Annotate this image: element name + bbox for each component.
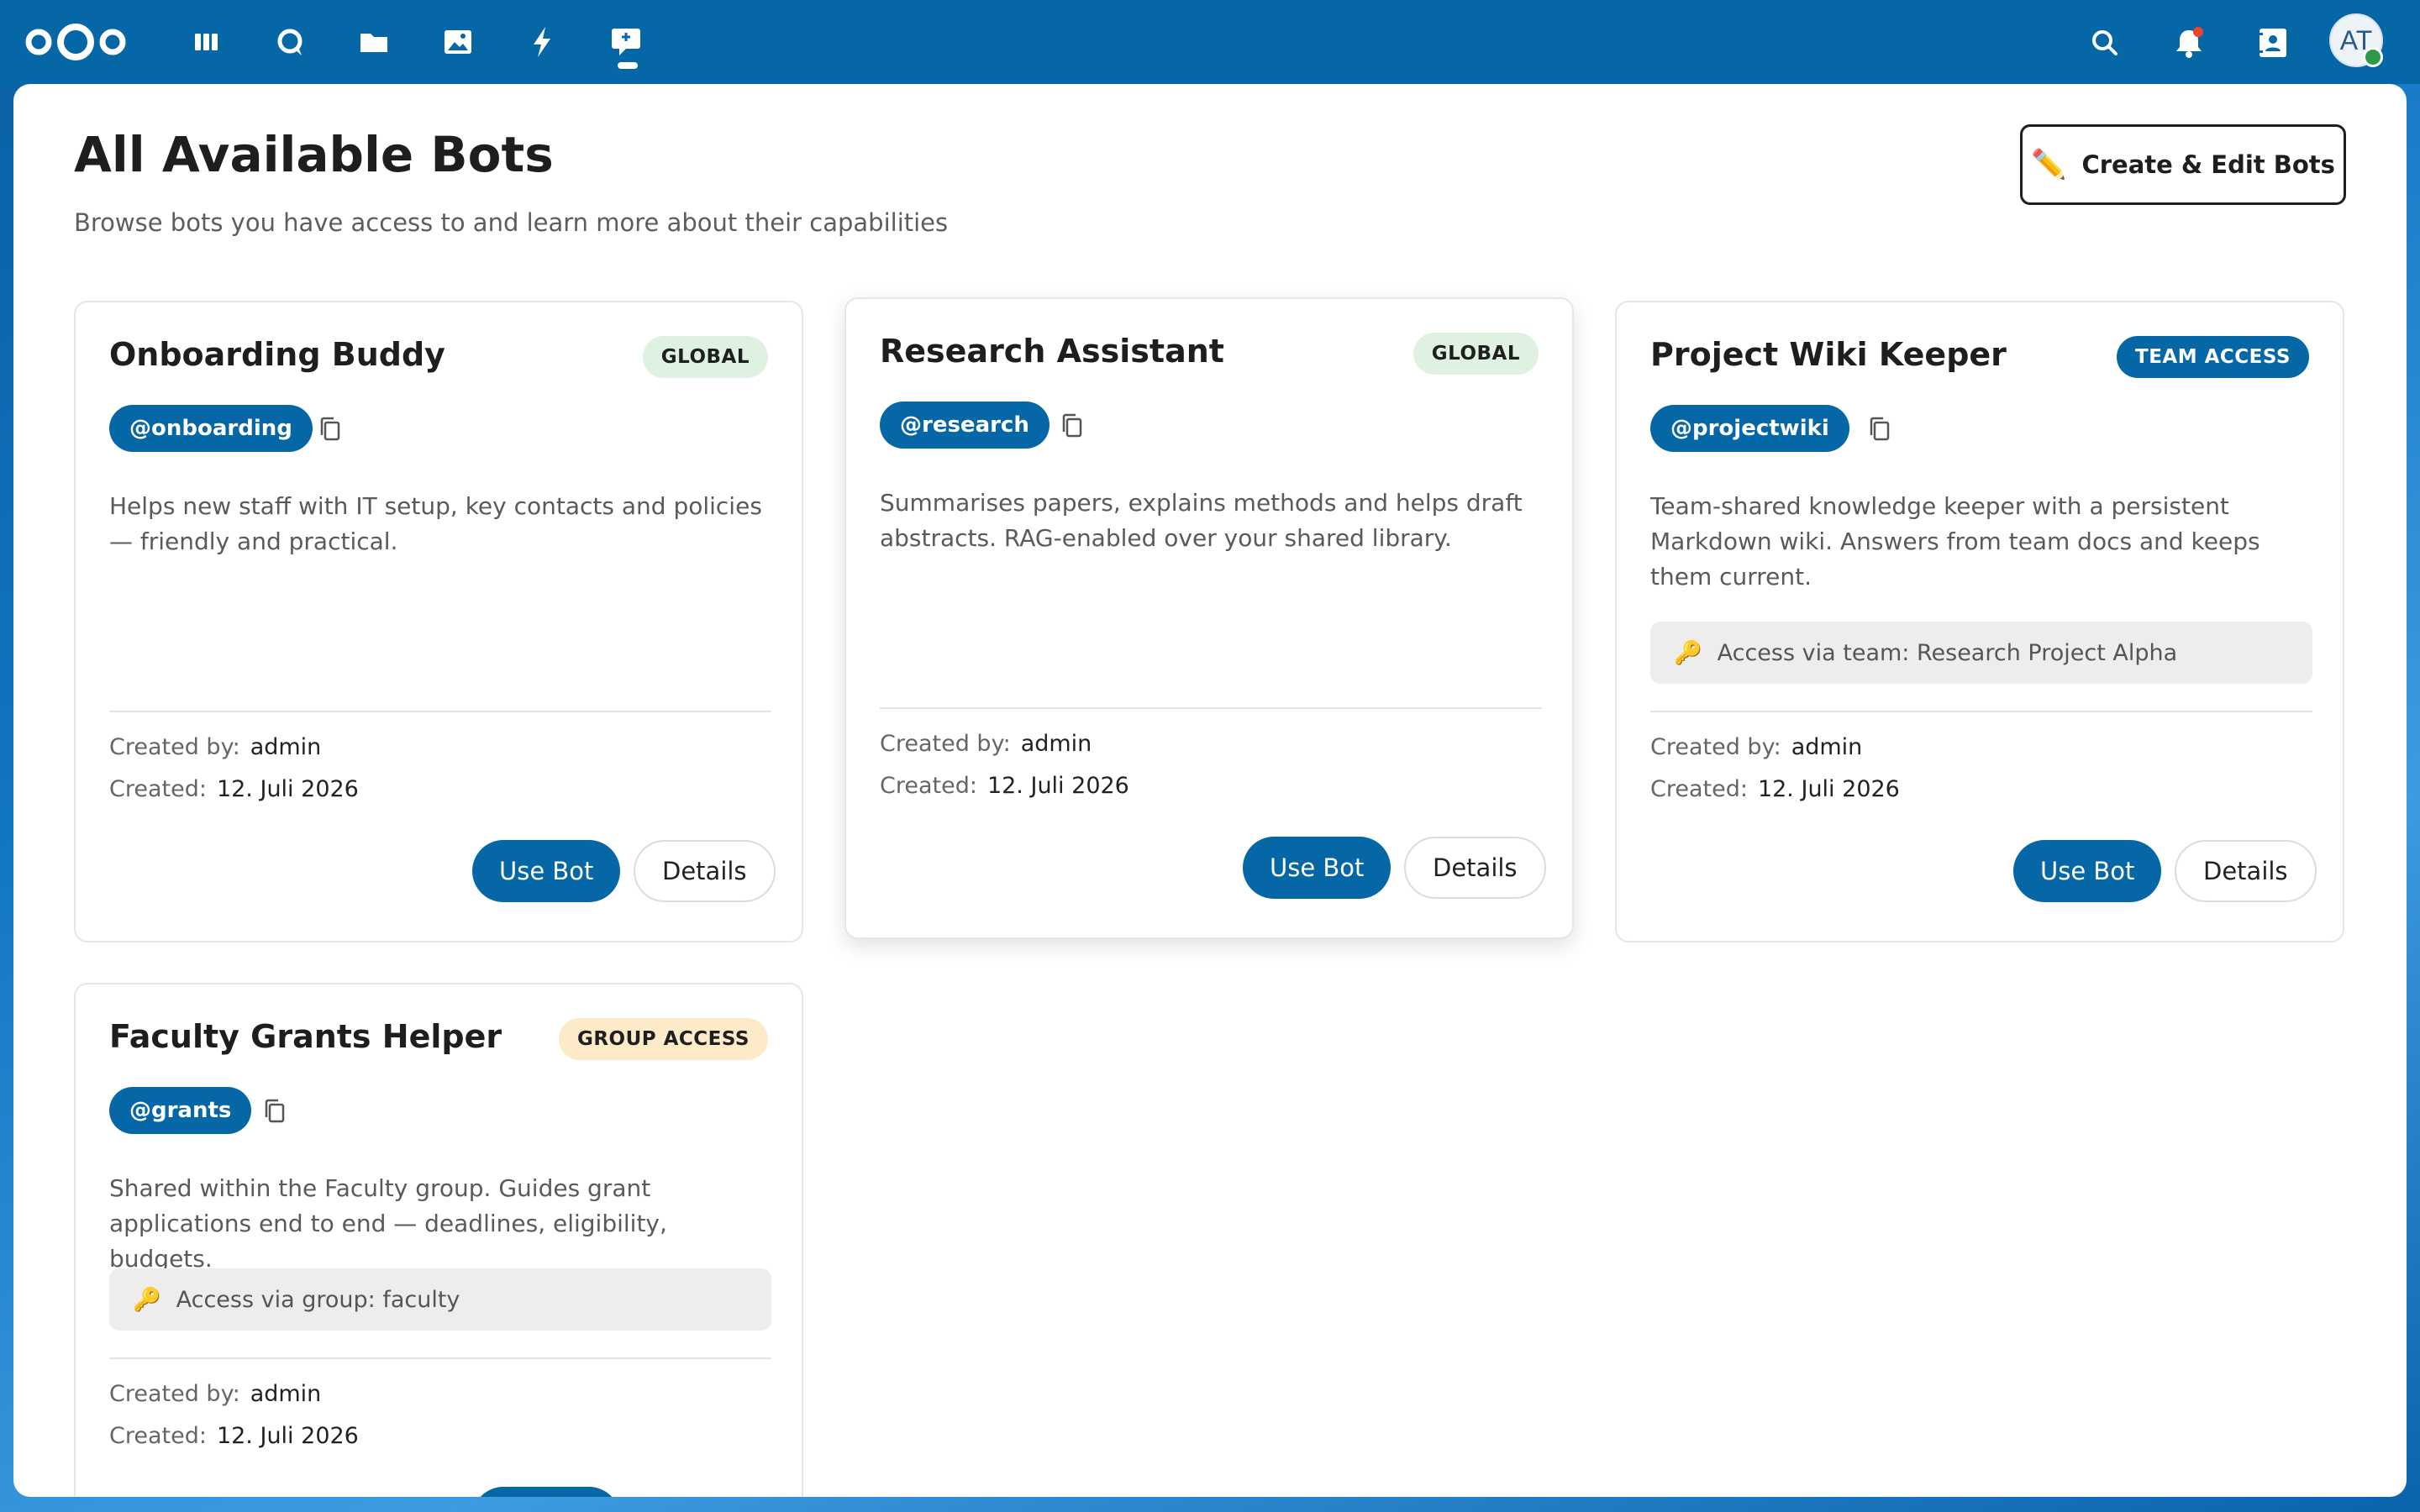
details-button[interactable]: Details — [1404, 837, 1546, 899]
nextcloud-logo[interactable] — [24, 20, 128, 64]
created-label: Created: — [1650, 776, 1748, 802]
created-label: Created: — [109, 776, 207, 802]
bot-handle: @onboarding — [109, 405, 313, 452]
bot-handle: @research — [880, 402, 1050, 449]
use-bot-button[interactable]: Use Bot — [472, 1487, 621, 1497]
divider — [109, 711, 771, 712]
main-content: All Available Bots Browse bots you have … — [13, 84, 2407, 1497]
use-bot-button[interactable]: Use Bot — [2013, 840, 2162, 902]
created-row: Created: 12. Juli 2026 — [109, 1423, 359, 1449]
use-bot-button[interactable]: Use Bot — [472, 840, 621, 902]
bot-description: Team-shared knowledge keeper with a pers… — [1650, 492, 2260, 591]
create-edit-bots-button[interactable]: ✏️ Create & Edit Bots — [2020, 124, 2346, 205]
talk-icon[interactable] — [271, 24, 308, 60]
created-value: 12. Juli 2026 — [216, 776, 359, 802]
scope-badge: GLOBAL — [642, 336, 768, 378]
scope-badge: GLOBAL — [1413, 333, 1539, 375]
copy-icon[interactable] — [1865, 415, 1894, 444]
top-bar: AT — [0, 0, 2420, 84]
created-value: 12. Juli 2026 — [986, 773, 1129, 799]
created-by-label: Created by: — [1650, 734, 1781, 760]
created-by-value: admin — [1020, 731, 1092, 757]
files-icon[interactable] — [355, 24, 392, 60]
created-value: 12. Juli 2026 — [216, 1423, 359, 1449]
divider — [109, 1357, 771, 1359]
copy-icon[interactable] — [260, 1097, 289, 1126]
bot-card-grants: Faculty Grants Helper GROUP ACCESS @gran… — [74, 983, 803, 1497]
created-value: 12. Juli 2026 — [1757, 776, 1900, 802]
search-icon[interactable] — [2086, 24, 2124, 62]
created-by-row: Created by: admin — [1650, 734, 1862, 760]
bot-card-onboarding: Onboarding Buddy GLOBAL @onboarding Help… — [74, 301, 803, 942]
scope-badge: TEAM ACCESS — [2117, 336, 2309, 378]
created-by-label: Created by: — [109, 1381, 240, 1407]
create-edit-bots-label: Create & Edit Bots — [2081, 150, 2335, 179]
online-status-icon — [2363, 47, 2383, 67]
divider — [1650, 711, 2312, 712]
details-button[interactable]: Details — [2175, 840, 2317, 902]
pencil-icon: ✏️ — [2031, 148, 2067, 181]
created-by-label: Created by: — [109, 734, 240, 760]
created-by-row: Created by: admin — [109, 1381, 321, 1407]
key-icon: 🔑 — [1674, 640, 1702, 666]
details-button[interactable]: Details — [634, 840, 776, 902]
copy-icon[interactable] — [1058, 412, 1086, 440]
photos-icon[interactable] — [439, 24, 476, 60]
page-title: All Available Bots — [74, 126, 554, 183]
access-text: Access via team: Research Project Alpha — [1717, 639, 2178, 666]
copy-icon[interactable] — [316, 415, 345, 444]
created-by-label: Created by: — [880, 731, 1011, 757]
bot-handle: @grants — [109, 1087, 252, 1134]
access-info: 🔑 Access via group: faculty — [109, 1268, 771, 1331]
page-subtitle: Browse bots you have access to and learn… — [74, 208, 949, 237]
active-app-indicator — [618, 62, 638, 69]
bots-icon[interactable] — [608, 24, 644, 60]
contacts-icon[interactable] — [2254, 24, 2292, 62]
created-row: Created: 12. Juli 2026 — [1650, 776, 1900, 802]
bot-card-projectwiki: Project Wiki Keeper TEAM ACCESS @project… — [1615, 301, 2344, 942]
bot-name: Research Assistant — [880, 333, 1224, 370]
created-by-value: admin — [250, 1381, 322, 1407]
access-info: 🔑 Access via team: Research Project Alph… — [1650, 622, 2312, 684]
notification-dot — [2193, 27, 2203, 37]
bot-name: Onboarding Buddy — [109, 336, 445, 373]
created-by-row: Created by: admin — [109, 734, 321, 760]
key-icon: 🔑 — [133, 1287, 161, 1313]
bot-card-research: Research Assistant GLOBAL @research Summ… — [844, 297, 1574, 939]
bot-name: Project Wiki Keeper — [1650, 336, 2007, 373]
bot-description: Summarises papers, explains methods and … — [880, 489, 1523, 552]
created-label: Created: — [109, 1423, 207, 1449]
created-by-value: admin — [1791, 734, 1863, 760]
created-by-value: admin — [250, 734, 322, 760]
dashboard-icon[interactable] — [187, 24, 224, 60]
created-row: Created: 12. Juli 2026 — [109, 776, 359, 802]
bot-name: Faculty Grants Helper — [109, 1018, 502, 1055]
bot-description: Helps new staff with IT setup, key conta… — [109, 492, 762, 555]
bot-description: Shared within the Faculty group. Guides … — [109, 1174, 667, 1273]
access-text: Access via group: faculty — [176, 1286, 460, 1313]
divider — [880, 707, 1542, 709]
scope-badge: GROUP ACCESS — [558, 1018, 768, 1060]
created-row: Created: 12. Juli 2026 — [880, 773, 1129, 799]
activity-icon[interactable] — [523, 24, 560, 60]
bot-handle: @projectwiki — [1650, 405, 1849, 452]
created-label: Created: — [880, 773, 977, 799]
created-by-row: Created by: admin — [880, 731, 1092, 757]
use-bot-button[interactable]: Use Bot — [1243, 837, 1392, 899]
